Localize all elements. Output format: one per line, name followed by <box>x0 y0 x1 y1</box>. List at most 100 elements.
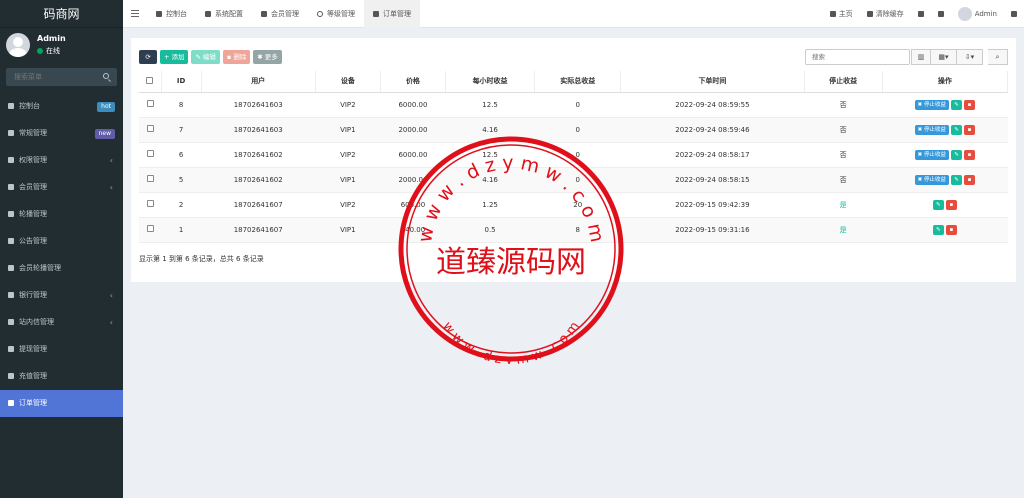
advanced-search-button[interactable]: ⌕ <box>988 49 1008 65</box>
admin-menu[interactable]: Admin <box>951 7 1004 21</box>
stop-earnings-label: 停止收益 <box>924 126 947 133</box>
language-toggle[interactable] <box>911 11 931 17</box>
cell-hourly: 4.16 <box>445 117 535 143</box>
list-icon <box>8 238 14 244</box>
column-header[interactable]: 设备 <box>315 71 381 93</box>
tab-2[interactable]: 会员管理 <box>252 0 308 28</box>
row-checkbox[interactable] <box>146 100 154 107</box>
list-icon <box>8 400 14 406</box>
tab-1[interactable]: 系统配置 <box>196 0 252 28</box>
sidebar-item-2[interactable]: 权限管理 ‹ <box>0 147 123 174</box>
more-button[interactable]: ✱ 更多 <box>253 50 282 64</box>
delete-button[interactable]: ▪ 删除 <box>222 50 251 64</box>
table-row[interactable]: 2 18702641607 VIP2 600.00 1.25 20 2022-09-15 0… <box>139 192 1008 218</box>
sidebar-item-1[interactable]: 常规管理 new <box>0 120 123 147</box>
toggle-view-button[interactable]: ▥ <box>911 49 931 65</box>
table-toolbar: ⟳ + 添加 ✎ 编辑 ▪ 删除 ✱ 更多 <box>139 50 282 64</box>
column-header[interactable]: 停止收益 <box>804 71 883 93</box>
column-header[interactable]: 用户 <box>201 71 316 93</box>
cell-hourly: 0.5 <box>445 217 535 243</box>
stop-earnings-label: 停止收益 <box>924 176 947 183</box>
delete-row-button[interactable]: ▪ <box>964 174 976 185</box>
tab-3[interactable]: 等级管理 <box>308 0 364 28</box>
row-checkbox[interactable] <box>146 200 154 207</box>
sidebar-item-6[interactable]: 会员轮播管理 <box>0 255 123 282</box>
sidebar-item-7[interactable]: 银行管理 ‹ <box>0 282 123 309</box>
row-checkbox[interactable] <box>146 225 154 232</box>
row-checkbox[interactable] <box>146 125 154 132</box>
edit-row-button[interactable]: ✎ <box>951 174 963 185</box>
export-button[interactable]: ⇩▾ <box>957 49 983 65</box>
sidebar-item-11[interactable]: 订单管理 <box>0 390 123 417</box>
row-actions: ✖ 停止收益 ✎ ▪ <box>882 124 1007 135</box>
edit-button[interactable]: ✎ 编辑 <box>191 50 220 64</box>
tab-0[interactable]: 控制台 <box>147 0 196 28</box>
delete-row-button[interactable]: ▪ <box>945 224 957 235</box>
delete-row-button[interactable]: ▪ <box>964 149 976 160</box>
stop-earnings-button[interactable]: ✖ 停止收益 <box>914 174 950 185</box>
table-row[interactable]: 1 18702641607 VIP1 240.00 0.5 8 2022-09-15 09:… <box>139 217 1008 243</box>
select-all-checkbox[interactable] <box>146 76 154 84</box>
columns-button[interactable]: ▦▾ <box>931 49 957 65</box>
column-header[interactable]: 每小时收益 <box>445 71 536 93</box>
clear-cache-button[interactable]: 清除缓存 <box>860 9 911 19</box>
add-button[interactable]: + 添加 <box>160 50 189 64</box>
sidebar-item-4[interactable]: 轮播管理 <box>0 201 123 228</box>
table-search-input[interactable] <box>805 49 910 65</box>
table-row[interactable]: 5 18702641602 VIP1 2000.00 4.16 0 2022-09-24 0… <box>139 167 1008 193</box>
search-icon: ⌕ <box>995 52 1000 61</box>
edit-row-button[interactable]: ✎ <box>951 99 963 110</box>
sidebar-item-label: 提现管理 <box>19 345 47 353</box>
cell-time: 2022-09-15 09:42:39 <box>620 192 805 218</box>
sidebar-item-0[interactable]: 控制台 hot <box>0 93 123 120</box>
sidebar-item-9[interactable]: 提现管理 <box>0 336 123 363</box>
table-row[interactable]: 8 18702641603 VIP2 6000.00 12.5 0 2022-09-24 0… <box>139 92 1008 118</box>
gear-icon <box>1011 11 1017 17</box>
column-header[interactable]: 操作 <box>882 71 1009 93</box>
row-checkbox[interactable] <box>146 175 154 182</box>
group-icon <box>8 157 14 163</box>
edit-row-button[interactable]: ✎ <box>951 124 963 135</box>
sidebar-item-8[interactable]: 站内信管理 ‹ <box>0 309 123 336</box>
stop-earnings-button[interactable]: ✖ 停止收益 <box>914 149 950 160</box>
column-header[interactable]: 下单时间 <box>620 71 805 93</box>
user-status: 在线 <box>37 46 60 56</box>
column-header[interactable]: 实际总收益 <box>534 71 622 93</box>
search-icon[interactable] <box>103 73 109 79</box>
edit-row-button[interactable]: ✎ <box>932 224 944 235</box>
page-tabs: 控制台 系统配置 会员管理 等级管理 订单管理 <box>147 0 420 28</box>
stop-earnings-button[interactable]: ✖ 停止收益 <box>914 124 950 135</box>
home-link[interactable]: 主页 <box>823 9 860 19</box>
column-header[interactable]: ID <box>161 71 202 93</box>
chevron-left-icon: ‹ <box>109 318 113 327</box>
admin-avatar <box>957 7 972 21</box>
stop-earnings-button[interactable]: ✖ 停止收益 <box>914 99 950 110</box>
table-row[interactable]: 6 18702641602 VIP2 6000.00 12.5 0 2022-09-24 0… <box>139 142 1008 168</box>
column-header[interactable]: 价格 <box>380 71 447 93</box>
sidebar-item-5[interactable]: 公告管理 <box>0 228 123 255</box>
delete-row-button[interactable]: ▪ <box>964 99 976 110</box>
delete-row-button[interactable]: ▪ <box>964 124 976 135</box>
sidebar-item-3[interactable]: 会员管理 ‹ <box>0 174 123 201</box>
fullscreen-button[interactable] <box>931 11 951 17</box>
sidebar-toggle-icon[interactable] <box>131 10 139 17</box>
refresh-button[interactable]: ⟳ <box>139 50 157 64</box>
trash-icon <box>866 11 873 17</box>
content-panel: ⟳ +添加 ✎编辑 ▪删除 ✱更多 ▥ ▦▾ ⇩▾ ⌕ ID用户设备价格每小时收… <box>131 38 1016 282</box>
table-row[interactable]: 7 18702641603 VIP1 2000.00 4.16 0 2022-09-24 0… <box>139 117 1008 143</box>
cell-actions: ✎ ▪ <box>882 192 1008 218</box>
settings-button[interactable] <box>1004 11 1024 17</box>
delete-row-button[interactable]: ▪ <box>945 199 957 210</box>
cell-user: 18702641603 <box>201 92 316 118</box>
sidebar-menu: 控制台 hot 常规管理 new 权限管理 ‹ 会员管理 ‹ 轮播管理公告管理会员轮播管理 银行管… <box>0 93 123 417</box>
edit-row-button[interactable]: ✎ <box>932 199 944 210</box>
sidebar-search-input[interactable] <box>6 68 96 86</box>
edit-row-button[interactable]: ✎ <box>951 149 963 160</box>
row-checkbox[interactable] <box>146 150 154 157</box>
tab-4[interactable]: 订单管理 <box>364 0 420 28</box>
sidebar-item-label: 公告管理 <box>19 237 47 245</box>
table-tools: ▥ ▦▾ ⇩▾ ⌕ <box>911 49 1008 65</box>
circle-icon <box>317 11 323 17</box>
sidebar-item-10[interactable]: 充值管理 <box>0 363 123 390</box>
brand-logo[interactable]: 码商网 <box>0 0 123 28</box>
